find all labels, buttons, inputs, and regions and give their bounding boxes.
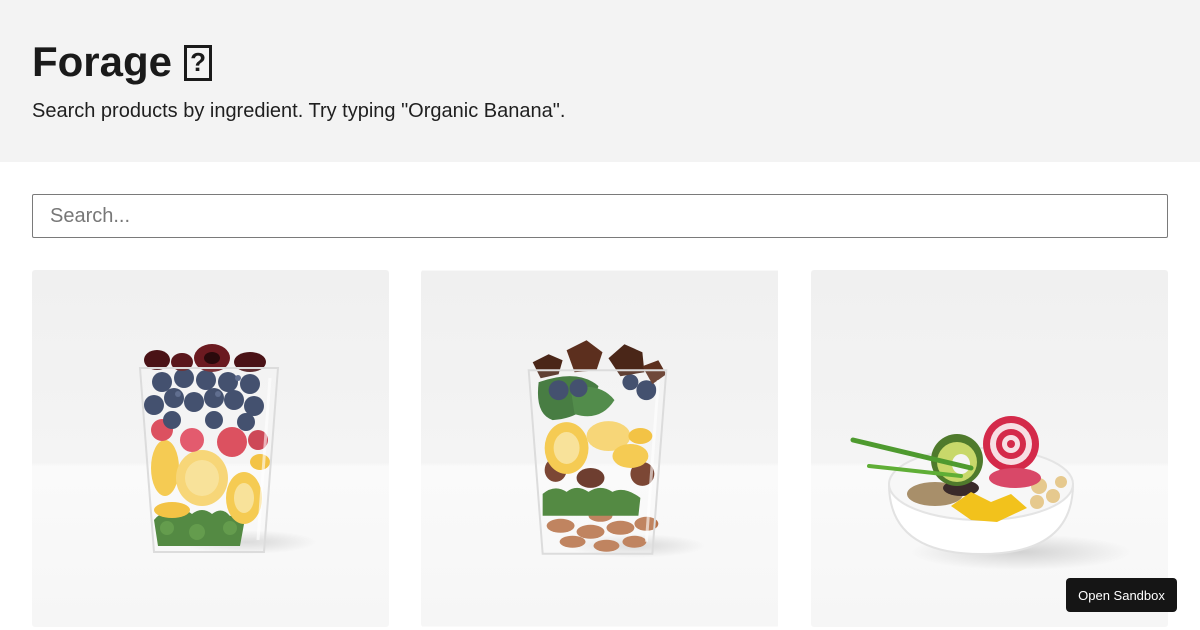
open-sandbox-button[interactable]: Open Sandbox	[1066, 578, 1177, 612]
page-subtitle: Search products by ingredient. Try typin…	[32, 100, 566, 122]
product-card[interactable]	[32, 270, 389, 627]
product-image-harvest-bowl	[811, 270, 1168, 627]
page-title-text: Forage	[32, 38, 173, 85]
product-grid	[32, 270, 1168, 627]
page-title: Forage	[32, 38, 1168, 86]
product-image-chocolate-smoothie-cup	[421, 270, 778, 627]
product-card[interactable]	[811, 270, 1168, 627]
page-header: Forage Search products by ingredient. Tr…	[0, 0, 1200, 162]
search-bar	[32, 194, 1168, 238]
product-card[interactable]	[421, 270, 779, 627]
missing-glyph-icon	[184, 45, 213, 81]
product-image-berry-smoothie-cup	[32, 270, 389, 627]
search-input[interactable]	[32, 194, 1168, 238]
